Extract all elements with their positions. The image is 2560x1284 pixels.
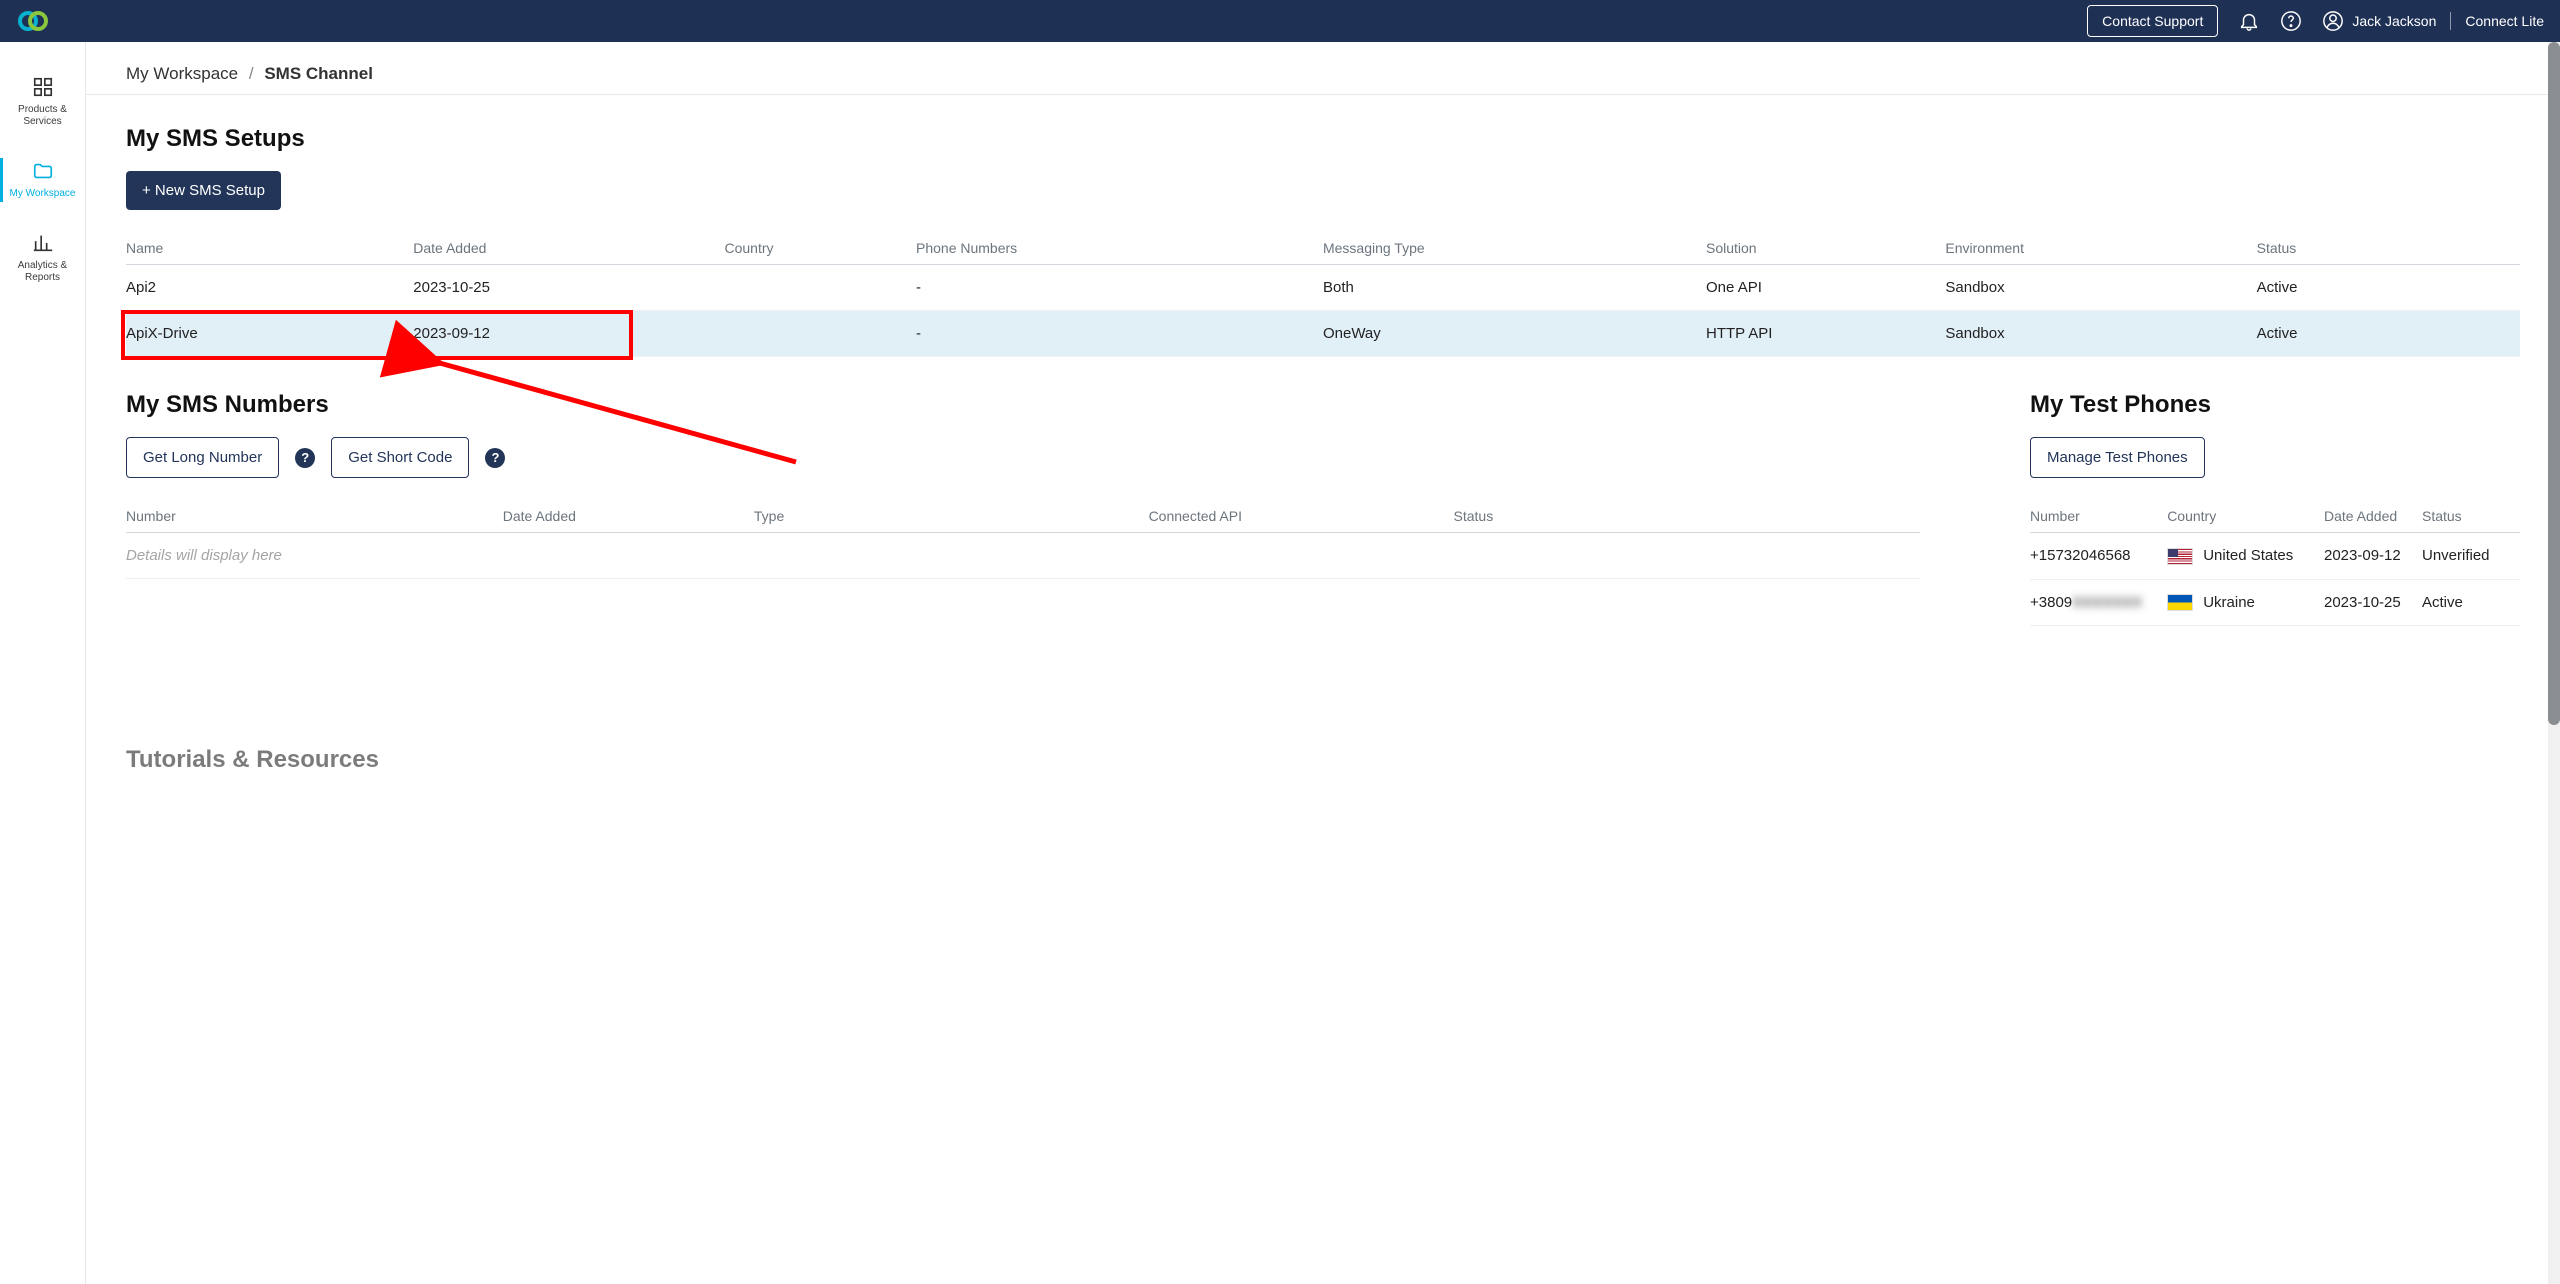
col-date: Date Added (413, 232, 724, 265)
table-row[interactable]: ApiX-Drive 2023-09-12 - OneWay HTTP API … (126, 311, 2520, 357)
logo[interactable] (16, 9, 52, 33)
help-icon[interactable]: ? (485, 448, 505, 468)
table-row[interactable]: Api2 2023-10-25 - Both One API Sandbox A… (126, 265, 2520, 311)
col-phone: Phone Numbers (916, 232, 1323, 265)
scrollbar-thumb[interactable] (2548, 42, 2560, 725)
col-name: Name (126, 232, 413, 265)
col-solution: Solution (1706, 232, 1945, 265)
col-api: Connected API (1149, 500, 1454, 533)
tutorials-title: Tutorials & Resources (126, 746, 2520, 774)
sidebar-item-workspace[interactable]: My Workspace (0, 154, 85, 206)
sms-numbers-title: My SMS Numbers (126, 391, 1920, 419)
folder-icon (32, 160, 54, 182)
grid-icon (32, 76, 54, 98)
col-country: Country (724, 232, 916, 265)
sidebar-item-label: My Workspace (10, 188, 76, 200)
col-number: Number (2030, 500, 2167, 533)
sms-setups-title: My SMS Setups (126, 125, 2520, 153)
get-long-number-button[interactable]: Get Long Number (126, 437, 279, 478)
col-type: Type (754, 500, 1149, 533)
bell-icon[interactable] (2238, 10, 2260, 32)
breadcrumb-workspace[interactable]: My Workspace (126, 64, 238, 83)
col-msg: Messaging Type (1323, 232, 1706, 265)
help-icon[interactable] (2280, 10, 2302, 32)
sidebar-item-label: Products & Services (4, 104, 81, 128)
col-env: Environment (1945, 232, 2256, 265)
manage-test-phones-button[interactable]: Manage Test Phones (2030, 437, 2205, 478)
top-bar: Contact Support Jack Jackson Connect Lit… (0, 0, 2560, 42)
breadcrumb-current: SMS Channel (264, 64, 373, 83)
test-phones-table: Number Country Date Added Status +157320… (2030, 500, 2520, 626)
scrollbar[interactable] (2548, 42, 2560, 1284)
sms-numbers-table: Number Date Added Type Connected API Sta… (126, 500, 1920, 579)
col-date: Date Added (2324, 500, 2422, 533)
chart-icon (32, 232, 54, 254)
col-date: Date Added (503, 500, 754, 533)
user-plan: Connect Lite (2465, 13, 2544, 29)
help-icon[interactable]: ? (295, 448, 315, 468)
breadcrumb: My Workspace / SMS Channel (86, 42, 2560, 95)
new-sms-setup-button[interactable]: + New SMS Setup (126, 171, 281, 210)
sidebar: Products & Services My Workspace Analyti… (0, 42, 86, 1284)
table-row-empty: Details will display here (126, 533, 1920, 579)
user-name: Jack Jackson (2352, 13, 2436, 29)
sidebar-item-products[interactable]: Products & Services (0, 70, 85, 134)
user-menu[interactable]: Jack Jackson Connect Lite (2322, 10, 2544, 32)
sms-setups-table: Name Date Added Country Phone Numbers Me… (126, 232, 2520, 357)
get-short-code-button[interactable]: Get Short Code (331, 437, 469, 478)
avatar-icon (2322, 10, 2344, 32)
flag-icon (2167, 548, 2193, 565)
flag-icon (2167, 594, 2193, 611)
main-content: My Workspace / SMS Channel My SMS Setups… (86, 42, 2560, 1284)
col-country: Country (2167, 500, 2324, 533)
table-row[interactable]: +15732046568 United States 2023-09-12 Un… (2030, 533, 2520, 580)
sidebar-item-analytics[interactable]: Analytics & Reports (0, 226, 85, 290)
col-status: Status (2422, 500, 2520, 533)
col-status: Status (2257, 232, 2520, 265)
test-phones-title: My Test Phones (2030, 391, 2520, 419)
col-number: Number (126, 500, 503, 533)
sidebar-item-label: Analytics & Reports (4, 260, 81, 284)
col-status: Status (1454, 500, 1920, 533)
contact-support-button[interactable]: Contact Support (2087, 5, 2218, 37)
table-row[interactable]: +3809XXXXXXX Ukraine 2023-10-25 Active (2030, 579, 2520, 626)
